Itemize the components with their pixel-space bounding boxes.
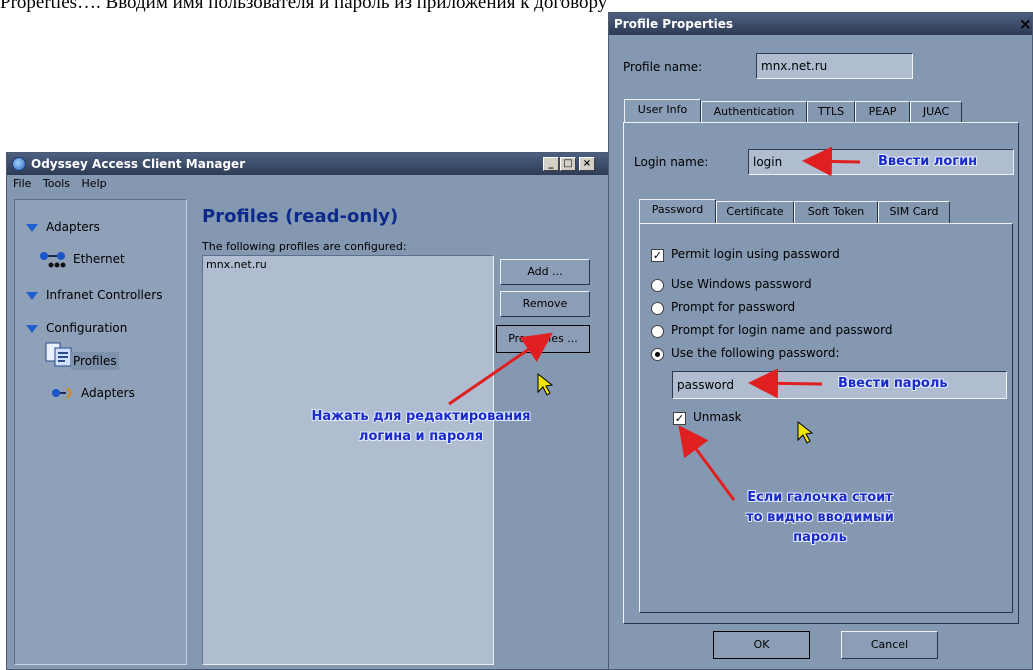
radio-prompt-login-password[interactable]: [651, 325, 664, 338]
profile-list-item[interactable]: mnx.net.ru: [206, 258, 267, 271]
permit-login-checkbox[interactable]: ✓: [651, 249, 664, 262]
permit-login-label: Permit login using password: [671, 247, 840, 261]
odyssey-app-icon: [12, 157, 26, 171]
profiles-heading: Profiles (read-only): [202, 206, 399, 227]
profile-name-label: Profile name:: [623, 60, 703, 74]
add-button[interactable]: Add ...: [500, 259, 590, 285]
radio-prompt-password[interactable]: [651, 302, 664, 315]
annotation-line: логина и пароля: [358, 429, 484, 444]
tab-sim-card[interactable]: SIM Card: [878, 201, 950, 223]
properties-button[interactable]: Properties ...: [496, 325, 590, 353]
profile-name-field[interactable]: mnx.net.ru: [756, 53, 913, 79]
radio-use-following-password[interactable]: [651, 348, 664, 361]
annotation-unmask: Если галочка стоит то видно вводимый пар…: [730, 488, 910, 548]
radio-prompt-login-password-label: Prompt for login name and password: [671, 323, 893, 337]
expand-triangle-icon: [26, 223, 38, 232]
annotation-line: Если галочка стоит: [747, 490, 893, 505]
remove-button[interactable]: Remove: [500, 291, 590, 317]
menu-tools[interactable]: Tools: [43, 177, 70, 190]
profile-list[interactable]: mnx.net.ru: [202, 255, 494, 665]
ethernet-icon: [40, 252, 66, 268]
manager-titlebar: Odyssey Access Client Manager _ □ ×: [7, 153, 609, 175]
radio-prompt-password-label: Prompt for password: [671, 300, 796, 314]
annotation-password: Ввести пароль: [838, 376, 948, 391]
tab-certificate[interactable]: Certificate: [716, 201, 794, 223]
radio-windows-password[interactable]: [651, 279, 664, 292]
expand-triangle-icon: [26, 291, 38, 300]
tree-label: Infranet Controllers: [46, 288, 163, 302]
unmask-checkbox[interactable]: ✓: [673, 412, 686, 425]
tab-peap[interactable]: PEAP: [855, 101, 910, 123]
annotation-login: Ввести логин: [878, 154, 978, 169]
login-name-label: Login name:: [634, 155, 709, 169]
navigation-tree: Adapters Ethernet Infranet Controllers C…: [14, 199, 187, 665]
tree-item-infranet-controllers[interactable]: Infranet Controllers: [26, 286, 162, 304]
tree-item-profiles[interactable]: Profiles: [71, 352, 119, 370]
tab-juac[interactable]: JUAC: [910, 101, 962, 123]
tree-item-adapters-config[interactable]: Adapters: [81, 384, 135, 402]
tree-item-ethernet[interactable]: Ethernet: [73, 250, 125, 268]
radio-windows-password-label: Use Windows password: [671, 277, 812, 291]
menu-bar: File Tools Help: [7, 175, 609, 193]
tab-soft-token[interactable]: Soft Token: [794, 201, 878, 223]
ok-button[interactable]: OK: [713, 631, 810, 659]
tree-label: Configuration: [46, 321, 128, 335]
tab-password[interactable]: Password: [639, 199, 716, 223]
profile-properties-dialog: Profile Properties × Profile name: mnx.n…: [608, 12, 1033, 670]
profiles-icon: [45, 342, 72, 367]
maximize-button[interactable]: □: [560, 157, 576, 171]
annotation-line: пароль: [793, 530, 847, 545]
radio-use-following-password-label: Use the following password:: [671, 346, 840, 360]
adapter-icon: [52, 387, 71, 399]
expand-triangle-icon: [26, 324, 38, 333]
close-button[interactable]: ×: [579, 157, 595, 171]
dialog-title: Profile Properties: [614, 17, 734, 31]
menu-file[interactable]: File: [13, 177, 31, 190]
tab-ttls[interactable]: TTLS: [807, 101, 855, 123]
tree-item-configuration[interactable]: Configuration: [26, 319, 127, 337]
annotation-line: Нажать для редактирования: [311, 409, 531, 424]
dialog-titlebar: Profile Properties: [609, 13, 1032, 35]
annotation-properties: Нажать для редактирования логина и парол…: [298, 407, 544, 447]
tree-label: Adapters: [46, 220, 100, 234]
tab-authentication[interactable]: Authentication: [701, 101, 807, 123]
minimize-button[interactable]: _: [543, 157, 559, 171]
annotation-line: то видно вводимый: [746, 510, 894, 525]
manager-title: Odyssey Access Client Manager: [31, 157, 246, 171]
menu-help[interactable]: Help: [82, 177, 107, 190]
tab-user-info[interactable]: User Info: [624, 99, 701, 123]
cancel-button[interactable]: Cancel: [841, 631, 938, 659]
profiles-subheading: The following profiles are configured:: [202, 240, 407, 253]
unmask-label: Unmask: [693, 410, 742, 424]
tree-item-adapters[interactable]: Adapters: [26, 218, 100, 236]
dialog-close-button[interactable]: ×: [1019, 15, 1032, 33]
